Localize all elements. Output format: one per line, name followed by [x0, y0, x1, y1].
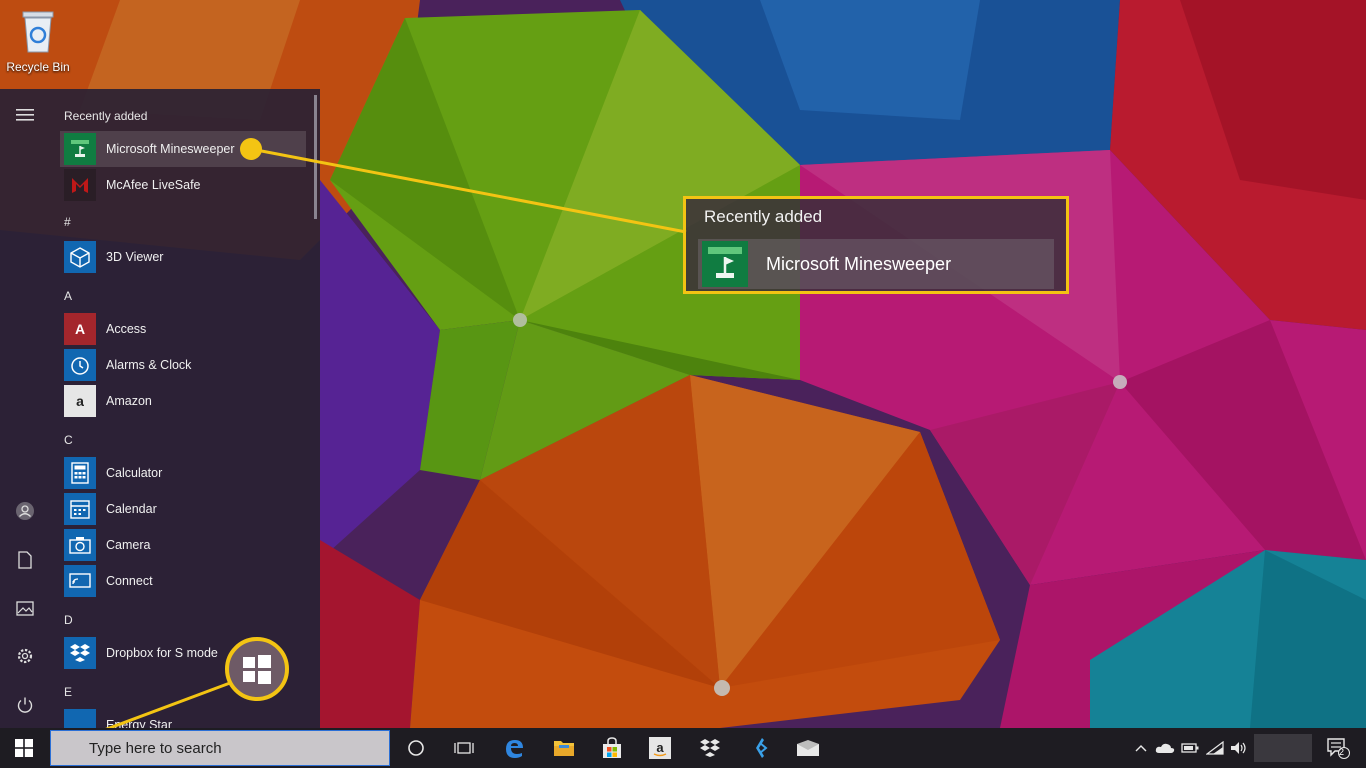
- edge-icon[interactable]: [490, 728, 538, 768]
- app-item-energy-star[interactable]: Energy Star: [60, 707, 306, 728]
- notification-count: 2: [1339, 747, 1345, 757]
- store-icon[interactable]: [588, 728, 636, 768]
- app-label-minesweeper: Microsoft Minesweeper: [106, 142, 235, 156]
- task-view-icon[interactable]: [440, 728, 488, 768]
- start-rail: [0, 89, 50, 728]
- calendar-icon: [64, 493, 96, 525]
- user-icon[interactable]: [0, 491, 50, 531]
- mcafee-icon: [64, 169, 96, 201]
- amazon-tile-glyph: a: [76, 393, 84, 409]
- taskbar: a 2: [0, 728, 1366, 768]
- amazon-app-icon: a: [64, 385, 96, 417]
- app-item-connect[interactable]: Connect: [60, 563, 306, 599]
- app-label-dropbox: Dropbox for S mode: [106, 646, 218, 660]
- minesweeper-icon: [64, 133, 96, 165]
- power-icon[interactable]: [0, 685, 50, 725]
- app-item-amazon[interactable]: a Amazon: [60, 383, 306, 419]
- app-label-mcafee: McAfee LiveSafe: [106, 178, 201, 192]
- calculator-icon: [64, 457, 96, 489]
- section-a[interactable]: A: [64, 289, 72, 303]
- volume-icon[interactable]: [1228, 728, 1250, 768]
- notification-center-icon[interactable]: 2: [1318, 728, 1358, 768]
- app-item-access[interactable]: A Access: [60, 311, 306, 347]
- start-menu: Recently added Microsoft Minesweeper McA…: [0, 89, 320, 728]
- mail-icon[interactable]: [784, 728, 832, 768]
- app-label-amazon: Amazon: [106, 394, 152, 408]
- 3d-viewer-icon: [64, 241, 96, 273]
- app-item-3d-viewer[interactable]: 3D Viewer: [60, 239, 306, 275]
- taskbar-search-box[interactable]: [50, 730, 390, 766]
- svg-text:a: a: [656, 740, 664, 755]
- app-label-connect: Connect: [106, 574, 153, 588]
- section-recently-added[interactable]: Recently added: [64, 109, 147, 123]
- callout-minesweeper-label: Microsoft Minesweeper: [766, 253, 952, 274]
- recycle-bin-label: Recycle Bin: [6, 60, 70, 74]
- battery-icon[interactable]: [1180, 728, 1200, 768]
- app-label-calendar: Calendar: [106, 502, 157, 516]
- recycle-bin-icon: [19, 8, 57, 54]
- section-d[interactable]: D: [64, 613, 73, 627]
- recently-added-callout: Recently added Microsoft Minesweeper: [683, 196, 1069, 294]
- pictures-icon[interactable]: [0, 588, 50, 628]
- chevron-up-icon[interactable]: [1132, 728, 1150, 768]
- file-explorer-icon[interactable]: [540, 728, 588, 768]
- app-item-calculator[interactable]: Calculator: [60, 455, 306, 491]
- energy-star-icon: [64, 709, 96, 728]
- callout-heading: Recently added: [704, 207, 823, 226]
- start-button[interactable]: [0, 728, 48, 768]
- access-tile-glyph: A: [74, 321, 86, 337]
- alarm-clock-icon: [64, 349, 96, 381]
- visual-studio-icon[interactable]: [736, 728, 784, 768]
- app-list-scrollbar[interactable]: [314, 95, 317, 219]
- callout-minesweeper-icon: [702, 241, 748, 287]
- recycle-bin-shortcut[interactable]: Recycle Bin: [4, 8, 72, 74]
- app-label-energy-star: Energy Star: [106, 718, 173, 728]
- camera-icon: [64, 529, 96, 561]
- access-icon: A: [64, 313, 96, 345]
- documents-icon[interactable]: [0, 540, 50, 580]
- section-e[interactable]: E: [64, 685, 72, 699]
- app-list[interactable]: Recently added Microsoft Minesweeper McA…: [56, 89, 312, 728]
- app-label-access: Access: [106, 322, 147, 336]
- hamburger-menu-icon[interactable]: [0, 95, 50, 135]
- callout-minesweeper-item: Microsoft Minesweeper: [698, 239, 1054, 289]
- section-hash[interactable]: #: [64, 215, 71, 229]
- amazon-icon[interactable]: a: [636, 728, 684, 768]
- settings-icon[interactable]: [0, 636, 50, 676]
- app-item-dropbox[interactable]: Dropbox for S mode: [60, 635, 306, 671]
- connect-icon: [64, 565, 96, 597]
- app-item-calendar[interactable]: Calendar: [60, 491, 306, 527]
- app-label-calculator: Calculator: [106, 466, 163, 480]
- onedrive-icon[interactable]: [1154, 728, 1176, 768]
- cortana-icon[interactable]: [392, 728, 440, 768]
- dropbox-icon[interactable]: [686, 728, 734, 768]
- taskbar-search-input[interactable]: [87, 738, 371, 758]
- app-item-minesweeper[interactable]: Microsoft Minesweeper: [60, 131, 306, 167]
- windows-logo-icon: [15, 739, 33, 757]
- app-item-mcafee[interactable]: McAfee LiveSafe: [60, 167, 306, 203]
- dropbox-app-icon: [64, 637, 96, 669]
- section-c[interactable]: C: [64, 433, 73, 447]
- app-label-alarms-clock: Alarms & Clock: [106, 358, 192, 372]
- app-item-camera[interactable]: Camera: [60, 527, 306, 563]
- wifi-icon[interactable]: [1204, 728, 1226, 768]
- app-label-3d-viewer: 3D Viewer: [106, 250, 164, 264]
- app-label-camera: Camera: [106, 538, 151, 552]
- app-item-alarms-clock[interactable]: Alarms & Clock: [60, 347, 306, 383]
- clock-area[interactable]: [1254, 734, 1312, 762]
